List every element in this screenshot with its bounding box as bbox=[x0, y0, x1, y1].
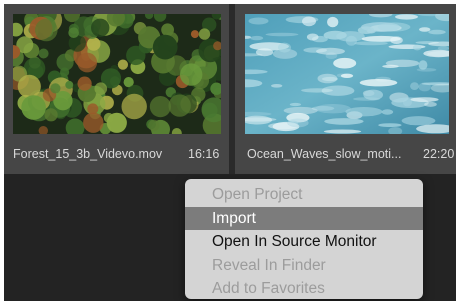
clip-duration: 22:20 bbox=[423, 147, 455, 161]
menu-item-open-in-source-monitor[interactable]: Open In Source Monitor bbox=[185, 230, 423, 254]
clip-duration: 16:16 bbox=[188, 147, 220, 161]
clip-name: Ocean_Waves_slow_moti... bbox=[247, 147, 402, 161]
media-browser-panel: Forest_15_3b_Videvo.mov 16:16 Ocean_Wave… bbox=[4, 4, 456, 301]
clip-thumbnail-ocean[interactable] bbox=[245, 14, 449, 134]
menu-item-add-to-favorites[interactable]: Add to Favorites bbox=[185, 277, 423, 301]
menu-item-import[interactable]: Import bbox=[185, 206, 423, 230]
context-menu: Open Project Import Open In Source Monit… bbox=[185, 179, 423, 299]
clip-name: Forest_15_3b_Videvo.mov bbox=[13, 147, 163, 161]
menu-item-open-project[interactable]: Open Project bbox=[185, 183, 423, 207]
clip-tile-forest[interactable]: Forest_15_3b_Videvo.mov 16:16 bbox=[4, 4, 229, 174]
clip-thumbnail-forest[interactable] bbox=[13, 14, 221, 134]
clip-tile-ocean[interactable]: Ocean_Waves_slow_moti... 22:20 bbox=[235, 4, 456, 174]
menu-item-reveal-in-finder[interactable]: Reveal In Finder bbox=[185, 254, 423, 278]
